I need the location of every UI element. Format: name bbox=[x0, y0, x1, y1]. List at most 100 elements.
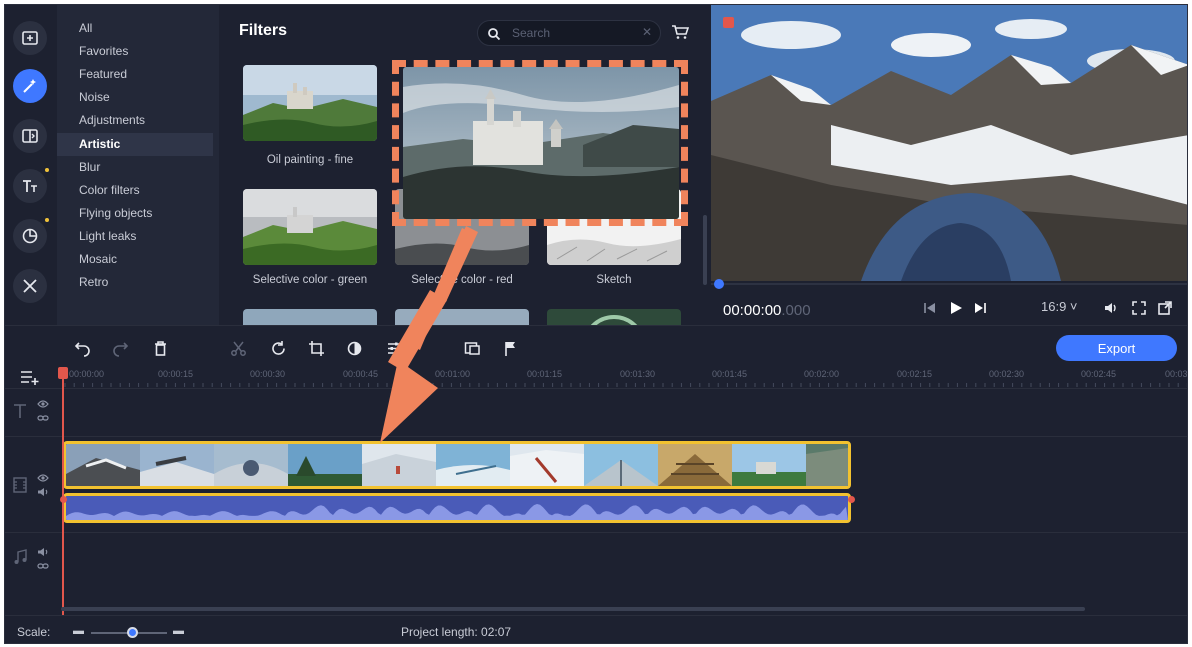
volume-icon bbox=[1105, 303, 1116, 313]
link-icon[interactable] bbox=[37, 413, 49, 423]
export-button[interactable]: Export bbox=[1056, 335, 1177, 361]
filter-thumbnail bbox=[243, 309, 377, 325]
filter-thumb-row3-2[interactable] bbox=[395, 309, 529, 325]
castle-thumbnail bbox=[243, 65, 377, 141]
eye-icon[interactable] bbox=[37, 473, 49, 483]
playhead-handle[interactable] bbox=[58, 367, 68, 379]
filter-label-selective-green: Selective color - green bbox=[252, 274, 368, 286]
store-cart-icon[interactable] bbox=[671, 23, 689, 41]
redo-button[interactable] bbox=[109, 337, 131, 359]
audio-track-header bbox=[5, 533, 61, 603]
search-icon bbox=[488, 28, 501, 41]
external-window-icon bbox=[1158, 301, 1172, 315]
marker-button[interactable] bbox=[499, 337, 521, 359]
next-frame-button[interactable] bbox=[969, 298, 991, 318]
titles-icon bbox=[23, 180, 37, 192]
category-blur[interactable]: Blur bbox=[57, 156, 213, 179]
ruler-label: 00:01:00 bbox=[435, 369, 471, 379]
clip-end-handle[interactable] bbox=[848, 496, 855, 503]
zoom-in-icon[interactable]: ▬ bbox=[173, 625, 184, 637]
titles-button[interactable] bbox=[13, 169, 47, 203]
movavi-editor-window: All Favorites Featured Noise Adjustments… bbox=[4, 4, 1188, 644]
crop-button[interactable] bbox=[305, 337, 327, 359]
seek-knob[interactable] bbox=[714, 279, 724, 289]
mute-icon[interactable] bbox=[37, 547, 49, 557]
seek-bar[interactable] bbox=[711, 283, 1187, 285]
category-featured[interactable]: Featured bbox=[57, 63, 213, 86]
video-clip[interactable] bbox=[63, 441, 851, 489]
tool-rail bbox=[5, 5, 57, 325]
new-dot bbox=[45, 218, 49, 222]
fullscreen-button[interactable] bbox=[1129, 298, 1149, 318]
category-mosaic[interactable]: Mosaic bbox=[57, 248, 213, 271]
search-input[interactable] bbox=[512, 24, 632, 42]
eye-icon[interactable] bbox=[37, 399, 49, 409]
timeline-scrollbar[interactable] bbox=[61, 607, 1085, 611]
color-adjust-button[interactable] bbox=[343, 337, 365, 359]
rotate-icon bbox=[271, 340, 285, 355]
skip-back-icon bbox=[924, 303, 935, 313]
ruler-label: 00:01:30 bbox=[620, 369, 656, 379]
detach-player-button[interactable] bbox=[1155, 298, 1175, 318]
volume-button[interactable] bbox=[1101, 298, 1121, 318]
timeline-ruler[interactable]: 00:00:00 00:00:15 00:00:30 00:00:45 00:0… bbox=[61, 369, 1187, 387]
tools-icon bbox=[23, 279, 37, 293]
more-tools-button[interactable] bbox=[13, 269, 47, 303]
filters-scrollbar[interactable] bbox=[703, 215, 707, 285]
category-adjustments[interactable]: Adjustments bbox=[57, 109, 213, 132]
video-track-header bbox=[5, 437, 61, 531]
filter-label-selective-red: Selective color - red bbox=[411, 274, 513, 286]
stickers-button[interactable] bbox=[13, 219, 47, 253]
prev-frame-button[interactable] bbox=[919, 298, 941, 318]
link-icon[interactable] bbox=[37, 561, 49, 571]
swirl-thumbnail bbox=[547, 309, 681, 325]
audio-clip[interactable] bbox=[63, 493, 851, 523]
ruler-label: 00:00:45 bbox=[343, 369, 379, 379]
timeline-toolbar: Export bbox=[5, 325, 1187, 369]
category-light-leaks[interactable]: Light leaks bbox=[57, 225, 213, 248]
filter-thumb-oil-painting[interactable] bbox=[243, 65, 377, 141]
highlight-dashed-frame bbox=[392, 60, 688, 226]
add-track-icon[interactable] bbox=[19, 367, 41, 387]
mute-icon[interactable] bbox=[37, 487, 49, 497]
filter-category-list: All Favorites Featured Noise Adjustments… bbox=[57, 5, 268, 325]
category-color-filters[interactable]: Color filters bbox=[57, 179, 213, 202]
search-box[interactable]: ✕ bbox=[477, 20, 661, 46]
playhead-line[interactable] bbox=[62, 369, 64, 615]
cut-button[interactable] bbox=[227, 337, 249, 359]
filter-thumb-row3-3[interactable] bbox=[547, 309, 681, 325]
ruler-label: 00:00:30 bbox=[250, 369, 286, 379]
preview-video[interactable] bbox=[711, 5, 1187, 281]
category-flying-objects[interactable]: Flying objects bbox=[57, 202, 213, 225]
overlay-button[interactable] bbox=[461, 337, 483, 359]
overlay-icon bbox=[464, 341, 480, 355]
filter-thumb-row3-1[interactable] bbox=[243, 309, 377, 325]
transitions-button[interactable] bbox=[13, 119, 47, 153]
new-dot bbox=[45, 168, 49, 172]
category-all[interactable]: All bbox=[57, 17, 213, 40]
filter-label-oil-painting: Oil painting - fine bbox=[266, 154, 354, 166]
crop-icon bbox=[308, 340, 324, 356]
filter-thumbnail bbox=[395, 309, 529, 325]
rotate-button[interactable] bbox=[267, 337, 289, 359]
play-button[interactable] bbox=[945, 298, 967, 318]
category-artistic[interactable]: Artistic bbox=[57, 133, 213, 156]
status-bar: Scale: ▬ ▬ Project length: 02:07 bbox=[5, 615, 1187, 643]
scale-slider-knob[interactable] bbox=[127, 627, 139, 638]
scale-label: Scale: bbox=[17, 625, 51, 639]
category-retro[interactable]: Retro bbox=[57, 271, 213, 294]
filters-button[interactable] bbox=[13, 69, 47, 103]
filter-thumb-selective-green[interactable] bbox=[243, 189, 377, 265]
undo-button[interactable] bbox=[71, 337, 93, 359]
category-favorites[interactable]: Favorites bbox=[57, 40, 213, 63]
sliders-icon bbox=[387, 342, 401, 354]
zoom-out-icon[interactable]: ▬ bbox=[73, 625, 84, 637]
aspect-ratio-select[interactable]: 16:9 ˅ bbox=[1041, 299, 1078, 314]
import-button[interactable] bbox=[13, 21, 47, 55]
clip-properties-button[interactable] bbox=[383, 337, 405, 359]
clear-search-icon[interactable]: ✕ bbox=[642, 25, 652, 39]
category-noise[interactable]: Noise bbox=[57, 86, 213, 109]
preview-player: 00:00:00.000 16:9 ˅ bbox=[711, 5, 1187, 325]
ruler-label: 00:02:45 bbox=[1081, 369, 1117, 379]
delete-button[interactable] bbox=[149, 337, 171, 359]
